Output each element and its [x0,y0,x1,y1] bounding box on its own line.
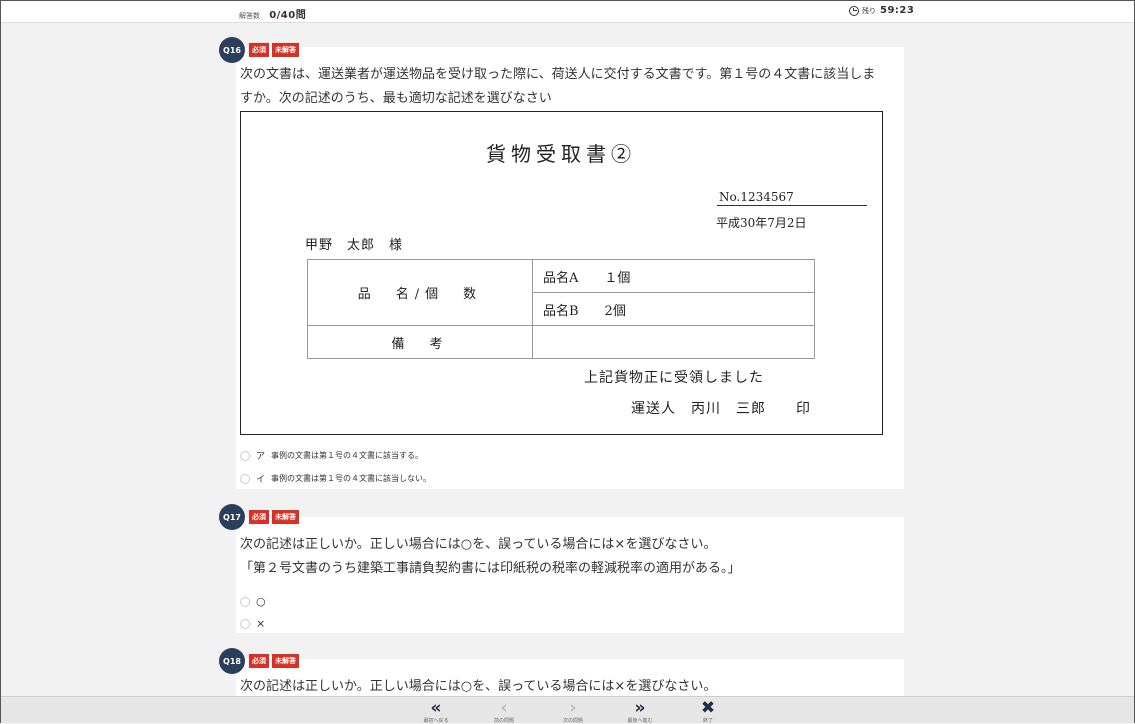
answer-option-a[interactable]: ア 事例の文書は第１号の４文書に該当する。 [240,449,423,462]
time-label: 残り [862,6,876,15]
answered-count: 0/40問 [269,10,307,21]
question-text: 次の記述は正しいか。正しい場合には○を、誤っている場合には×を選びなさい。 「第… [240,533,895,581]
item-cell: 品名A １個 [532,259,815,293]
radio-button[interactable] [240,450,250,461]
question-card-q18: 次の記述は正しいか。正しい場合には○を、誤っている場合には×を選びなさい。 [236,659,904,696]
question-text-line: 次の記述は正しいか。正しい場合には○を、誤っている場合には×を選びなさい。 [240,537,717,552]
table-row: 品 名/個 数 品名A １個 [307,259,815,326]
unanswered-badge: 未解答 [272,510,299,524]
document-date: 平成30年7月2日 [716,216,807,230]
option-text: × [256,617,266,630]
last-question-button[interactable]: » 最後へ進む [620,697,660,724]
option-text: 事例の文書は第１号の４文書に該当する。 [271,451,424,460]
document-addressee: 甲野 太郎 様 [305,238,404,253]
question-header-q18: Q18 必須 未解答 [219,648,302,674]
radio-button[interactable] [240,473,250,484]
radio-button[interactable] [240,618,250,629]
answer-option-correct[interactable]: ○ [240,595,266,608]
answer-option-incorrect[interactable]: × [240,617,265,630]
question-card-q16: 次の文書は、運送業者が運送物品を受け取った際に、荷送人に交付する文書です。第１号… [236,47,904,489]
unanswered-badge: 未解答 [272,654,299,668]
document-title: 貨物受取書② [486,142,636,166]
required-badge: 必須 [249,654,269,668]
answered-counter: 解答数 0/40問 [239,6,306,21]
received-statement: 上記貨物正に受領しました [584,370,764,386]
option-text: ○ [256,595,266,608]
option-key: ア [256,452,266,462]
chevron-left-icon: ‹ [500,698,508,718]
question-text-line: すか。次の記述のうち、最も適切な記述を選びなさい [240,91,552,106]
first-question-button[interactable]: « 最初へ戻る [416,697,456,724]
item-label-cell: 品 名/個 数 [307,259,533,326]
double-chevron-left-icon: « [430,698,442,718]
question-text: 次の文書は、運送業者が運送物品を受け取った際に、荷送人に交付する文書です。第１号… [240,63,895,111]
chevron-right-icon: › [569,698,577,718]
table-row: 備 考 [307,325,815,359]
close-icon: ✖ [700,698,716,718]
question-header-q16: Q16 必須 未解答 [219,37,302,63]
bottom-navigation-bar: « 最初へ戻る ‹ 前の問題 › 次の問題 » 最後へ進む ✖ 終了 [1,696,1134,724]
option-key: イ [256,475,266,485]
question-number-badge: Q18 [219,648,245,674]
top-status-bar: 解答数 0/40問 残り 59:23 [1,1,1134,23]
receipt-document: 貨物受取書② No.1234567 平成30年7月2日 甲野 太郎 様 品 名/… [240,111,883,435]
document-number: No.1234567 [719,190,794,204]
question-text-line: 次の文書は、運送業者が運送物品を受け取った際に、荷送人に交付する文書です。第１号… [240,67,876,82]
clock-icon [849,5,859,16]
next-question-button[interactable]: › 次の問題 [553,697,593,724]
remaining-timer: 残り 59:23 [849,5,914,16]
remarks-label-cell: 備 考 [307,325,533,359]
question-number-badge: Q17 [219,504,245,530]
question-text-line: 「第２号文書のうち建築工事請負契約書には印紙税の税率の軽減税率の適用がある。」 [240,561,741,576]
answered-label: 解答数 [239,12,260,20]
time-value: 59:23 [880,5,915,16]
question-card-q17: 次の記述は正しいか。正しい場合には○を、誤っている場合には×を選びなさい。 「第… [236,517,904,633]
radio-button[interactable] [240,596,250,607]
question-header-q17: Q17 必須 未解答 [219,504,302,530]
question-number-badge: Q16 [219,37,245,63]
unanswered-badge: 未解答 [272,43,299,57]
finish-button[interactable]: ✖ 終了 [688,697,728,724]
required-badge: 必須 [249,43,269,57]
document-number-underline [717,205,867,206]
item-cell: 品名B 2個 [532,292,815,326]
remarks-value-cell [532,325,815,359]
previous-question-button[interactable]: ‹ 前の問題 [484,697,524,724]
double-chevron-right-icon: » [634,698,646,718]
carrier-signature: 運送人 丙川 三郎 印 [631,401,811,417]
option-text: 事例の文書は第１号の４文書に該当しない。 [271,474,432,483]
document-table: 品 名/個 数 品名A １個 品名B 2個 備 考 [307,259,815,359]
required-badge: 必須 [249,510,269,524]
answer-option-i[interactable]: イ 事例の文書は第１号の４文書に該当しない。 [240,472,431,485]
